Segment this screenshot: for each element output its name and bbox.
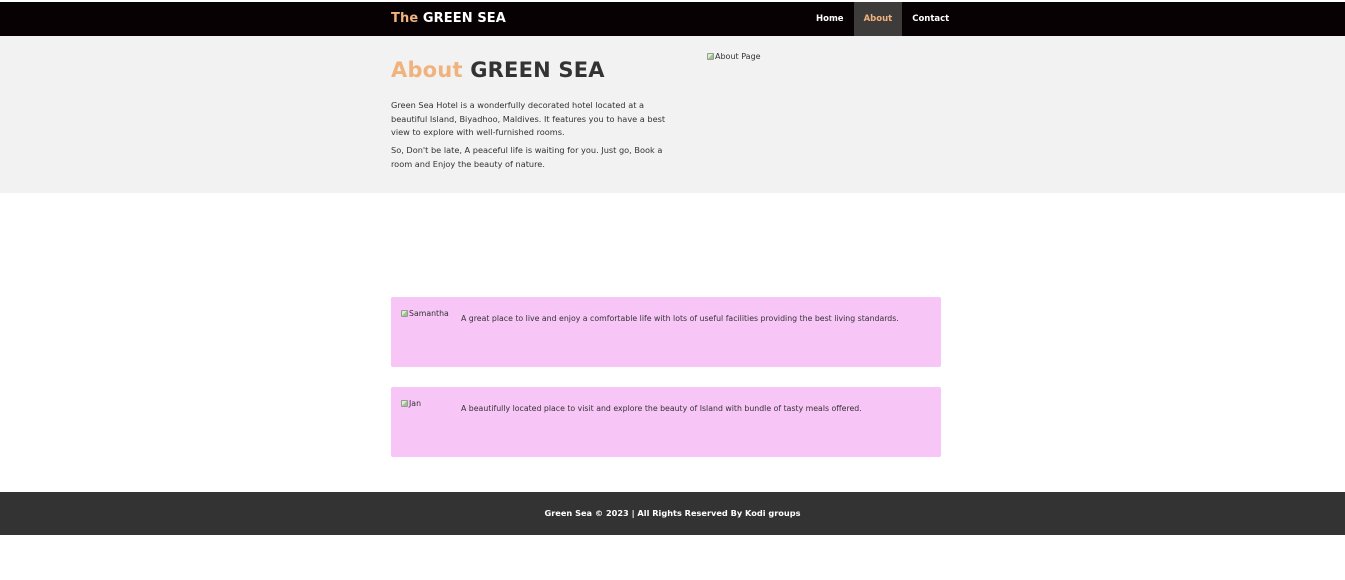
- about-image-alt: About Page: [715, 52, 761, 61]
- broken-image-icon: [707, 53, 714, 60]
- testimonial-card: Samantha A great place to live and enjoy…: [391, 297, 941, 367]
- nav-link-home[interactable]: Home: [806, 2, 854, 36]
- brand-logo[interactable]: The GREEN SEA: [391, 2, 506, 36]
- about-heading-accent: About: [391, 58, 463, 82]
- avatar: Jan: [401, 399, 421, 408]
- testimonial-quote: A great place to live and enjoy a comfor…: [461, 314, 899, 323]
- main-nav: Home About Contact: [806, 2, 959, 36]
- navbar: The GREEN SEA Home About Contact: [0, 2, 1345, 36]
- avatar-alt: Jan: [409, 399, 422, 408]
- brand-name: GREEN SEA: [422, 11, 506, 26]
- nav-link-about[interactable]: About: [853, 2, 903, 36]
- testimonial-quote: A beautifully located place to visit and…: [461, 404, 862, 413]
- about-section: About GREEN SEA Green Sea Hotel is a won…: [0, 36, 1345, 193]
- testimonial-card: Jan A beautifully located place to visit…: [391, 387, 941, 457]
- avatar: Samantha: [401, 309, 449, 318]
- footer-text: Green Sea © 2023 | All Rights Reserved B…: [544, 508, 801, 518]
- about-heading-rest: GREEN SEA: [470, 58, 605, 82]
- broken-image-icon: [401, 400, 408, 407]
- brand-prefix: The: [391, 11, 419, 26]
- avatar-alt: Samantha: [409, 309, 449, 318]
- broken-image-icon: [401, 310, 408, 317]
- about-image: About Page: [707, 52, 761, 61]
- about-heading: About GREEN SEA: [391, 58, 605, 82]
- about-paragraph-1: Green Sea Hotel is a wonderfully decorat…: [391, 100, 666, 138]
- nav-link-contact[interactable]: Contact: [902, 2, 959, 36]
- footer: Green Sea © 2023 | All Rights Reserved B…: [0, 492, 1345, 535]
- about-paragraph-2: So, Don't be late, A peaceful life is wa…: [391, 145, 663, 169]
